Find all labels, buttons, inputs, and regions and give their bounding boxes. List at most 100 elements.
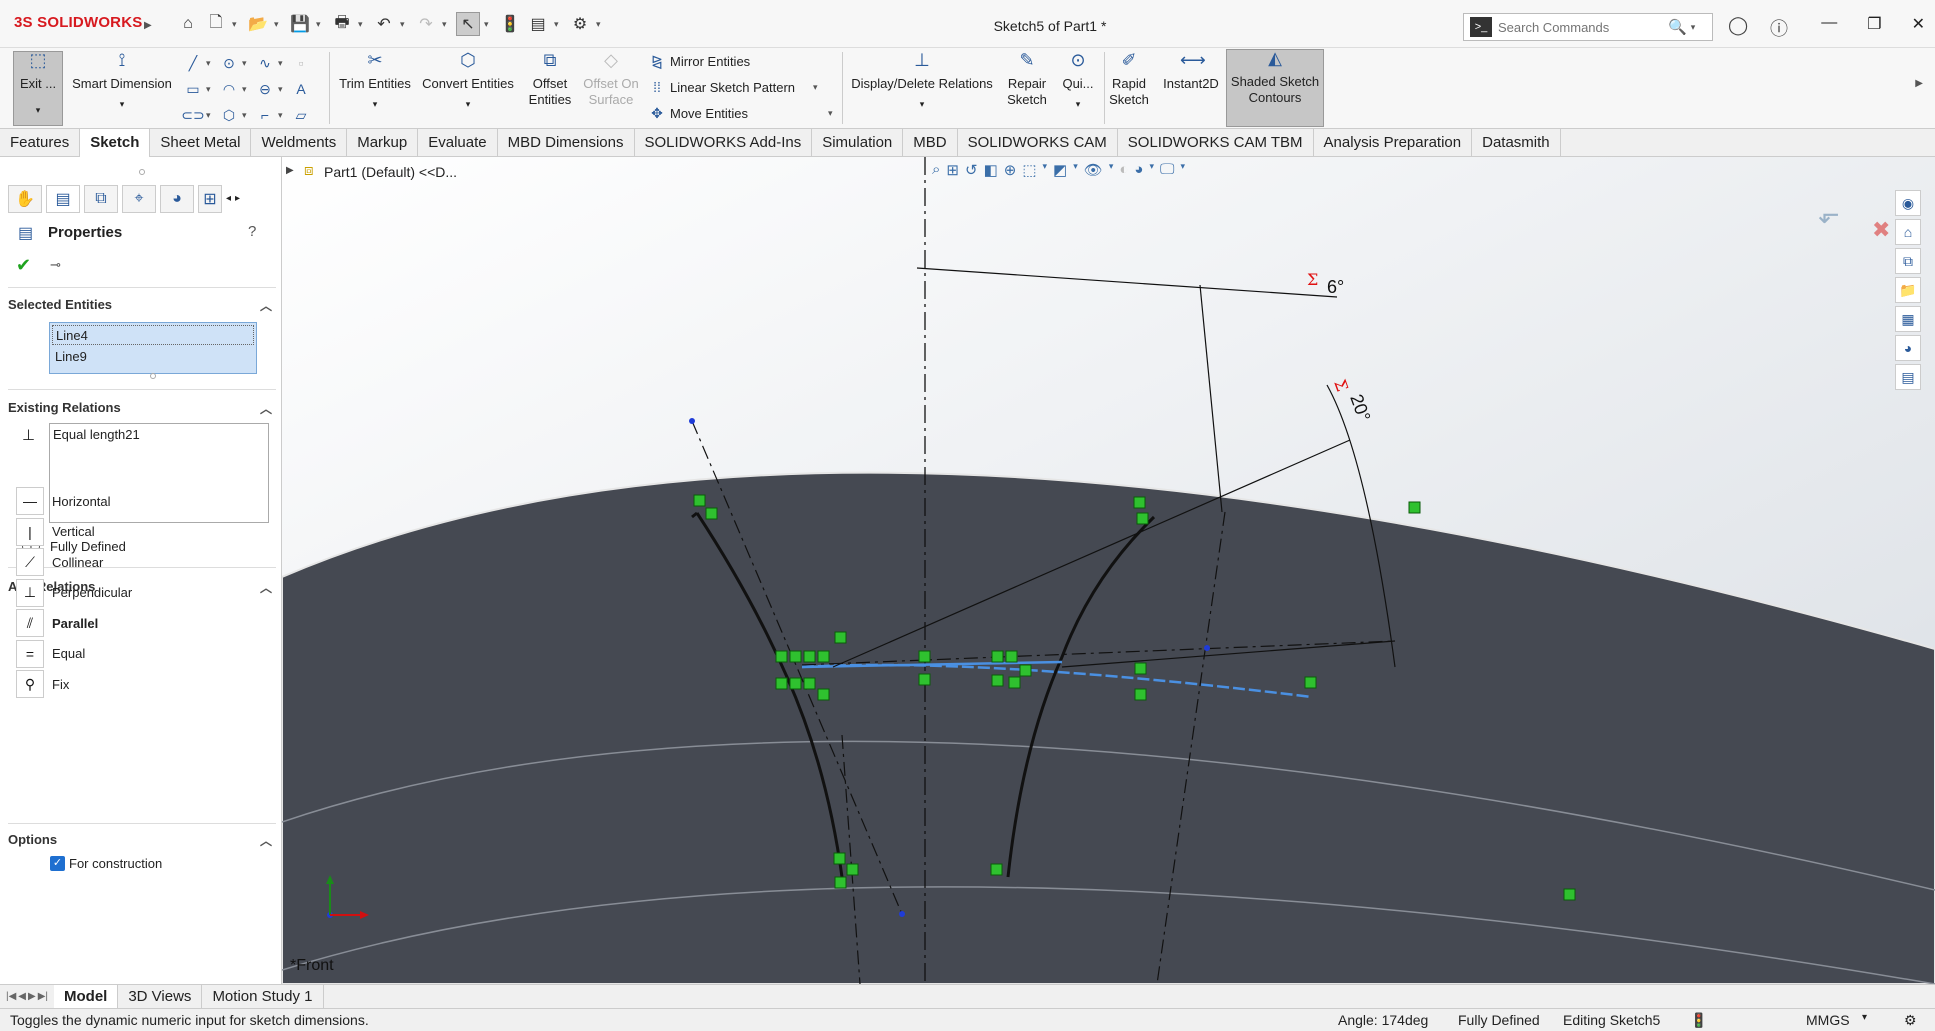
relation-glyph[interactable] [918,673,931,686]
list-item[interactable]: Line9 [52,347,254,367]
line-dropdown-icon[interactable]: ▾ [206,58,216,69]
rebuild-status-icon[interactable]: 🚦 [1690,1012,1707,1029]
relation-glyph[interactable] [803,650,816,663]
relations-dropdown-icon[interactable]: ▾ [846,96,998,112]
add-relation-vertical[interactable]: | Vertical [16,517,276,546]
shaded-sketch-contours-button[interactable]: ◭ Shaded Sketch Contours [1226,49,1324,127]
cancel-sketch-corner-icon[interactable]: ✖ [1872,217,1890,243]
relation-glyph[interactable] [1134,688,1147,701]
relation-glyph[interactable] [846,863,859,876]
tabs-right-arrow-icon[interactable]: ▸ [235,185,240,213]
fillet-icon[interactable]: ⌐ [256,106,274,124]
add-relation-perpendicular[interactable]: ⊥ Perpendicular [16,578,276,607]
view-orientation-icon[interactable]: ⬚ [1022,161,1036,179]
list-item[interactable]: Equal length21 [53,427,265,442]
relation-glyph[interactable] [775,650,788,663]
section-view-icon[interactable]: ◧ [984,161,998,179]
circle-dropdown-icon[interactable]: ▾ [242,58,252,69]
collapse-chevron-icon[interactable]: ︿ [260,400,272,417]
search-dropdown-icon[interactable]: ▾ [1691,22,1696,33]
add-relation-horizontal[interactable]: — Horizontal [16,487,276,515]
move-entities-button[interactable]: ✥ Move Entities ▾ [648,104,838,122]
view-settings-icon[interactable]: 🖵 [1160,161,1174,179]
last-tab-icon[interactable]: ▶| [38,991,48,1002]
relation-glyph[interactable] [1408,501,1421,514]
smart-dimension-button[interactable]: ⟟ Smart Dimension ▾ [68,51,176,112]
status-options-icon[interactable]: ⚙ [1904,1012,1917,1029]
linear-pattern-button[interactable]: ⁞⁞ Linear Sketch Pattern ▾ [648,78,823,96]
bottom-tab-3d-views[interactable]: 3D Views [118,984,203,1009]
convert-entities-button[interactable]: ⬡ Convert Entities ▾ [418,51,518,112]
feature-tree-root[interactable]: Part1 (Default) <<D... [324,164,457,180]
configuration-manager-tab-icon[interactable]: ⧉ [84,185,118,213]
pin-icon[interactable]: ⊸ [50,257,61,273]
relation-glyph[interactable] [1019,664,1032,677]
sketch-point[interactable] [689,418,695,424]
tab-solidworks-add-ins[interactable]: SOLIDWORKS Add-Ins [635,129,813,157]
repair-sketch-button[interactable]: ✎ Repair Sketch [1002,51,1052,108]
orientation-dropdown-icon[interactable]: ▾ [1043,161,1048,179]
panel-splitter-handle[interactable] [139,169,145,175]
tab-datasmith[interactable]: Datasmith [1472,129,1561,157]
display-style-dropdown-icon[interactable]: ▾ [1073,161,1078,179]
exit-sketch-button[interactable]: ⬚ Exit ... ▾ [13,51,63,126]
tabs-left-arrow-icon[interactable]: ◂ [226,185,231,213]
relation-glyph[interactable] [991,674,1004,687]
close-icon[interactable]: ✕ [1912,14,1925,34]
relation-glyph[interactable] [817,688,830,701]
status-units[interactable]: MMGS [1806,1012,1850,1028]
units-dropdown-icon[interactable]: ▾ [1862,1012,1867,1023]
rectangle-icon[interactable]: ▭ [184,80,202,98]
design-library-icon[interactable]: ⧉ [1895,248,1921,274]
tab-sheet-metal[interactable]: Sheet Metal [150,129,252,157]
relation-glyph[interactable] [775,677,788,690]
for-construction-checkbox[interactable]: ✓ [50,856,65,871]
exit-sketch-corner-icon[interactable]: ⬐ [1818,199,1840,230]
maximize-icon[interactable]: ❐ [1867,14,1881,34]
relation-glyph[interactable] [803,677,816,690]
tab-simulation[interactable]: Simulation [812,129,904,157]
relation-glyph[interactable] [1005,650,1018,663]
relation-glyph[interactable] [833,852,846,865]
quick-snaps-button[interactable]: ⊙ Qui... ▾ [1056,51,1100,112]
graphics-area[interactable]: Σ 6° Σ 20° ▶ ⧈ Part1 (Default) <<D... ⌕ … [282,157,1935,984]
move-dropdown-icon[interactable]: ▾ [828,108,838,119]
display-delete-relations-button[interactable]: ⊥ Display/Delete Relations ▾ [846,51,998,112]
view-settings-dropdown-icon[interactable]: ▾ [1180,161,1185,179]
zoom-to-fit-icon[interactable]: ⌕ [932,161,940,179]
bottom-tab-motion-study-1[interactable]: Motion Study 1 [202,984,324,1009]
edit-appearance-icon[interactable]: ◐ [1119,161,1128,179]
custom-properties-icon[interactable]: ▤ [1895,364,1921,390]
selected-entities-list[interactable]: Line4 Line9 [49,322,257,374]
search-icon[interactable]: 🔍 [1668,18,1687,36]
tab-analysis-preparation[interactable]: Analysis Preparation [1314,129,1473,157]
dynamic-annotation-icon[interactable]: ⊕ [1004,161,1017,179]
relation-glyph[interactable] [991,650,1004,663]
slot-dropdown-icon[interactable]: ▾ [206,110,216,121]
hide-show-dropdown-icon[interactable]: ▾ [1109,161,1114,179]
prev-tab-icon[interactable]: ◀ [18,991,26,1002]
file-explorer-icon[interactable]: 📁 [1895,277,1921,303]
tab-mbd-dimensions[interactable]: MBD Dimensions [498,129,635,157]
relation-glyph[interactable] [1563,888,1576,901]
rectangle-dropdown-icon[interactable]: ▾ [206,84,216,95]
polygon-icon[interactable]: ⬡ [220,106,238,124]
ellipse-icon[interactable]: ⊖ [256,80,274,98]
selected-entities-header[interactable]: Selected Entities ︿ [8,297,276,313]
list-item[interactable]: Line4 [52,325,254,345]
convert-dropdown-icon[interactable]: ▾ [418,96,518,112]
exit-dropdown-icon[interactable]: ▾ [14,102,62,118]
search-commands-box[interactable]: >_ 🔍 ▾ [1463,13,1713,41]
options-header[interactable]: Options ︿ [8,832,276,848]
ellipse-dropdown-icon[interactable]: ▾ [278,84,288,95]
search-input[interactable] [1498,19,1668,35]
graphics-canvas[interactable]: Σ 6° Σ 20° [282,157,1935,984]
help-icon[interactable]: ⓘ [1770,15,1788,41]
rapid-sketch-button[interactable]: ✐ Rapid Sketch [1108,51,1150,108]
arc-dropdown-icon[interactable]: ▾ [242,84,252,95]
tab-sketch[interactable]: Sketch [80,129,151,157]
circle-icon[interactable]: ⊙ [220,54,238,72]
polygon-dropdown-icon[interactable]: ▾ [242,110,252,121]
scroll-right-icon[interactable]: ▶ [1915,78,1923,89]
tab-markup[interactable]: Markup [347,129,419,157]
